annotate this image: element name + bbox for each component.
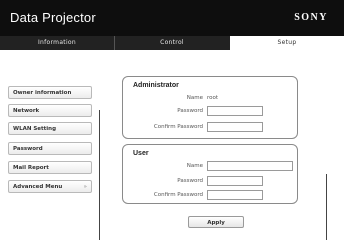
divider-left [99,110,100,240]
sidebar-item-owner-information[interactable]: Owner information [8,86,92,99]
user-password-label: Password [177,178,203,184]
apply-button[interactable]: Apply [188,216,244,228]
user-password-field[interactable] [207,176,263,186]
user-group: User Name Password Confirm Password [122,144,298,204]
app-title: Data Projector [10,10,96,25]
sidebar-item-advanced-menu[interactable]: Advanced Menu » [8,180,92,193]
sidebar-item-mail-report[interactable]: Mail Report [8,161,92,174]
administrator-group: Administrator Name root Password Confirm… [122,76,298,139]
tab-information[interactable]: Information [0,36,115,50]
administrator-title: Administrator [133,82,179,89]
divider-right [326,174,327,240]
sidebar-item-password[interactable]: Password [8,142,92,155]
admin-password-label: Password [177,108,203,114]
header-bar: Data Projector SONY [0,0,344,36]
chevron-right-icon: » [83,184,87,190]
brand-logo: SONY [294,12,328,23]
sidebar-item-wlan-setting[interactable]: WLAN Setting [8,122,92,135]
sidebar-item-network[interactable]: Network [8,104,92,117]
admin-name-label: Name [186,95,203,101]
user-name-field[interactable] [207,161,293,171]
tab-setup[interactable]: Setup [230,36,344,50]
user-title: User [133,150,149,157]
admin-confirm-password-field[interactable] [207,122,263,132]
sidebar-item-label: Advanced Menu [13,184,63,190]
user-confirm-password-label: Confirm Password [153,192,203,198]
tab-control[interactable]: Control [115,36,229,50]
admin-name-value: root [207,95,219,101]
admin-password-field[interactable] [207,106,263,116]
admin-confirm-password-label: Confirm Password [153,124,203,130]
user-confirm-password-field[interactable] [207,190,263,200]
tab-bar: Information Control Setup [0,36,344,50]
user-name-label: Name [186,163,203,169]
